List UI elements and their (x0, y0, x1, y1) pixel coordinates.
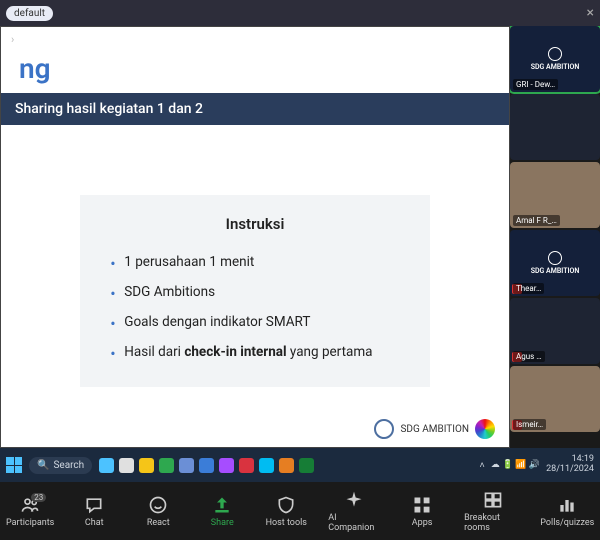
control-label: Chat (85, 518, 104, 528)
share-icon (212, 495, 232, 515)
list-item: SDG Ambitions (108, 277, 401, 307)
participant-name: Amal F R_… (513, 215, 560, 226)
start-button[interactable] (6, 457, 22, 473)
main-area: › ng Sharing hasil kegiatan 1 dan 2 Inst… (0, 26, 600, 448)
share-button[interactable]: Share (200, 495, 244, 528)
topbar: default × (0, 0, 600, 26)
participant-gallery: SDG AMBITION GRI - Dew… Amal F R_… SDG AMBI… (510, 26, 600, 448)
chat-button[interactable]: Chat (72, 495, 116, 528)
slide-footer-logos: SDG AMBITION (374, 419, 495, 439)
meeting-controls: Participants 23 Chat React Share Host tools AI… (0, 482, 600, 540)
taskbar-app-icon[interactable] (119, 458, 134, 473)
taskbar-app-icon[interactable] (239, 458, 254, 473)
control-label: Breakout rooms (464, 513, 522, 533)
list-item: 1 perusahaan 1 menit (108, 247, 401, 277)
slide-body: Instruksi 1 perusahaan 1 menit SDG Ambit… (1, 125, 509, 447)
smile-icon (148, 495, 168, 515)
control-label: AI Companion (328, 513, 380, 533)
search-input[interactable]: 🔍 Search (29, 457, 92, 474)
taskbar-app-icon[interactable] (199, 458, 214, 473)
control-label: Participants (6, 518, 54, 528)
rooms-icon (483, 490, 503, 510)
video-conf-window: default × › ng Sharing hasil kegiatan 1 … (0, 0, 600, 540)
control-label: Polls/quizzes (540, 518, 594, 528)
participant-tile[interactable]: Agus … (510, 298, 600, 364)
globe-icon (374, 419, 394, 439)
control-label: Share (211, 518, 234, 528)
control-label: React (147, 518, 170, 528)
control-label: Apps (412, 518, 433, 528)
taskbar-apps (99, 458, 314, 473)
taskbar-app-icon[interactable] (139, 458, 154, 473)
chat-icon (84, 495, 104, 515)
system-tray[interactable]: ˄ ☁ 🔋 📶 🔊 14:19 28/11/2024 (480, 455, 595, 475)
taskbar-app-icon[interactable] (259, 458, 274, 473)
spark-icon (344, 490, 364, 510)
taskbar-app-icon[interactable] (159, 458, 174, 473)
view-pill[interactable]: default (6, 6, 53, 21)
control-label: Host tools (266, 518, 307, 528)
participant-tile[interactable]: Amal F R_… (510, 162, 600, 228)
participant-name: Ismeir… (513, 419, 546, 430)
instruction-card: Instruksi 1 perusahaan 1 menit SDG Ambit… (80, 195, 429, 388)
card-heading: Instruksi (108, 215, 401, 233)
sdg-wheel-icon (475, 419, 495, 439)
clock-date: 28/11/2024 (546, 465, 594, 475)
count-badge: 23 (31, 493, 46, 502)
ai-companion-button[interactable]: AI Companion (328, 490, 380, 533)
globe-icon (548, 47, 562, 61)
globe-icon (548, 251, 562, 265)
participant-tile[interactable]: SDG AMBITION Thear… (510, 230, 600, 296)
tray-chevron-icon[interactable]: ˄ (480, 460, 485, 471)
windows-taskbar: 🔍 Search ˄ ☁ 🔋 📶 🔊 14:19 28/11/2024 (0, 448, 600, 482)
participant-name: Thear… (513, 283, 544, 294)
grid-icon (412, 495, 432, 515)
participants-button[interactable]: Participants 23 (8, 495, 52, 528)
footer-text: SDG AMBITION (400, 424, 469, 435)
polls-quizzes-button[interactable]: Polls/quizzes (543, 495, 592, 528)
breakout-rooms-button[interactable]: Breakout rooms (464, 490, 522, 533)
host-tools-button[interactable]: Host tools (264, 495, 308, 528)
search-icon: 🔍 (37, 460, 49, 471)
taskbar-app-icon[interactable] (99, 458, 114, 473)
taskbar-app-icon[interactable] (279, 458, 294, 473)
list-item: Hasil dari check-in internal yang pertam… (108, 337, 401, 367)
participant-name: GRI - Dew… (513, 79, 558, 90)
tile-logo-text: SDG AMBITION (531, 267, 580, 275)
slide-title: ng (1, 52, 509, 93)
participant-tile[interactable]: SDG AMBITION GRI - Dew… (510, 26, 600, 92)
poll-icon (557, 495, 577, 515)
taskbar-app-icon[interactable] (179, 458, 194, 473)
apps-button[interactable]: Apps (400, 495, 444, 528)
bullet-list: 1 perusahaan 1 menit SDG Ambitions Goals… (108, 247, 401, 368)
shield-icon (276, 495, 296, 515)
slide-subtitle-bar: Sharing hasil kegiatan 1 dan 2 (1, 93, 509, 125)
participant-tile[interactable] (510, 94, 600, 160)
participant-tile[interactable]: Ismeir… (510, 366, 600, 432)
tile-logo-text: SDG AMBITION (531, 63, 580, 71)
clock[interactable]: 14:19 28/11/2024 (546, 455, 594, 475)
list-item: Goals dengan indikator SMART (108, 307, 401, 337)
breadcrumb: › (1, 27, 509, 52)
taskbar-app-icon[interactable] (219, 458, 234, 473)
participant-name: Agus … (513, 351, 545, 362)
close-icon[interactable]: × (587, 5, 594, 21)
shared-screen: › ng Sharing hasil kegiatan 1 dan 2 Inst… (0, 26, 510, 448)
taskbar-app-icon[interactable] (299, 458, 314, 473)
react-button[interactable]: React (136, 495, 180, 528)
search-placeholder: Search (53, 460, 84, 471)
tray-icons: ☁ 🔋 📶 🔊 (491, 460, 540, 470)
